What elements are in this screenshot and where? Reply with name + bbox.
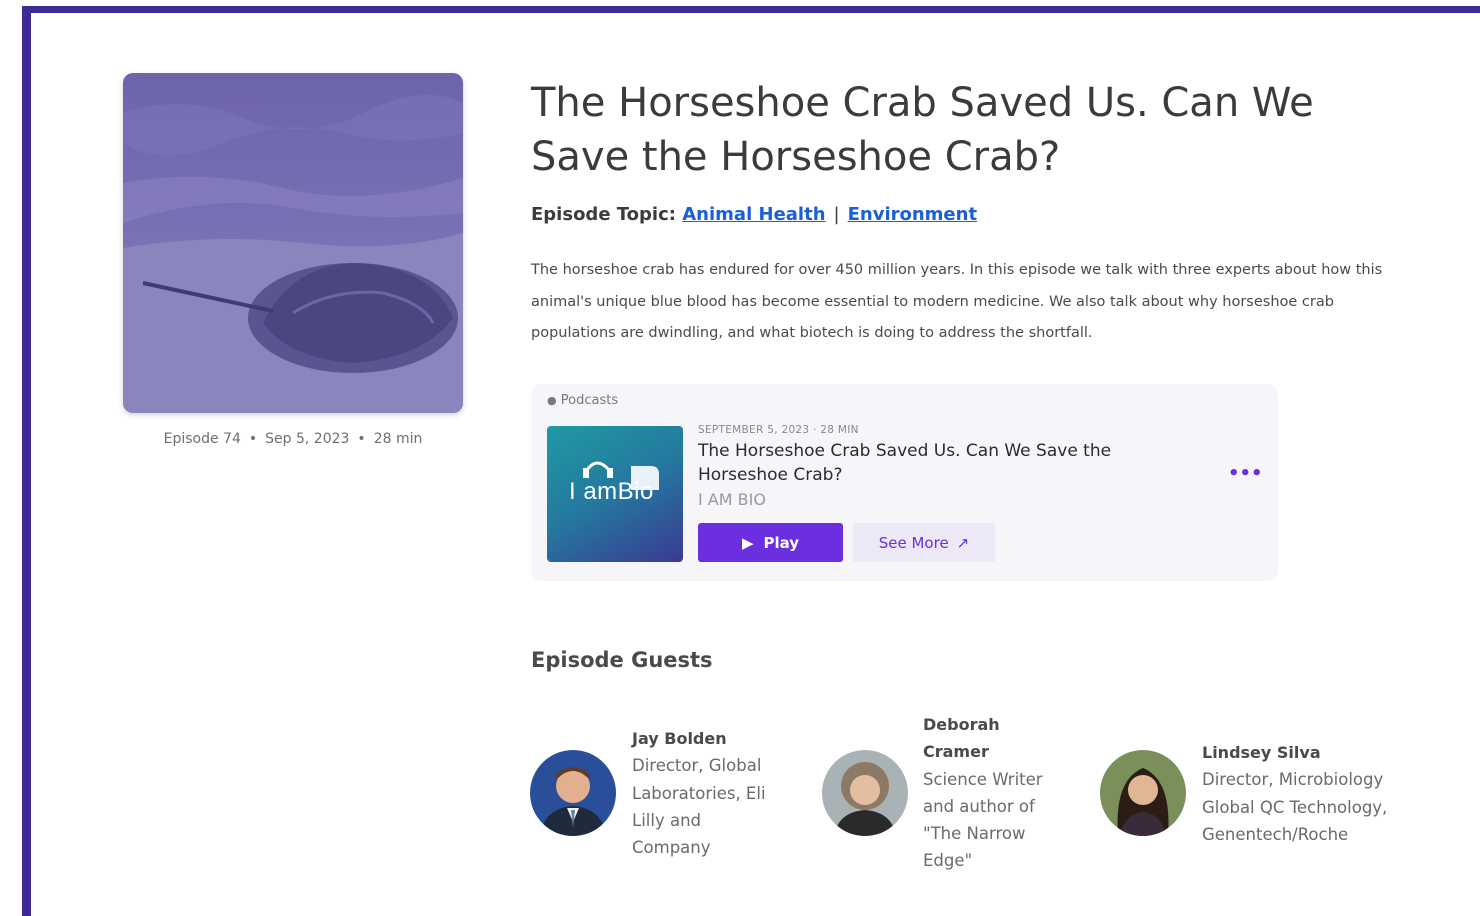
play-button[interactable]: ▶ Play [698,523,843,562]
guest-role-line: Science Writer [923,769,1043,789]
guest-role-line: Director, Microbiology [1202,770,1384,790]
topic-label: Episode Topic: [531,204,676,225]
guest-card-lindsey-silva: Lindsey Silva Director, Microbiology Glo… [1202,739,1432,848]
guest-name: Deborah [923,715,1000,734]
podcast-player: ● Podcasts I amBio SEPTEMBER 5, 2023 · 2… [531,384,1278,581]
frame-left-border [22,6,31,916]
player-show-name[interactable]: I AM BIO [698,490,766,509]
guest-avatar-lindsey-silva [1100,750,1186,836]
guest-card-jay-bolden: Jay Bolden Director, Global Laboratories… [632,725,792,861]
player-date-line: SEPTEMBER 5, 2023 · 28 MIN [698,424,859,436]
topic-link-animal-health[interactable]: Animal Health [682,204,825,225]
guest-role-line: "The Narrow [923,824,1026,844]
guest-role-line: Laboratories, Eli [632,783,766,803]
guests-heading: Episode Guests [531,648,713,672]
guest-name: Jay Bolden [632,729,727,748]
episode-meta: Episode 74 • Sep 5, 2023 • 28 min [123,431,463,447]
player-brand: ● Podcasts [547,393,618,408]
player-brand-label: Podcasts [560,393,619,408]
guest-role-line: Company [632,838,711,858]
meta-separator: • [248,431,258,447]
topic-separator: | [833,204,840,225]
see-more-label: See More [878,533,949,552]
external-arrow-icon: ↗ [956,533,970,552]
guest-role-line: Lilly and [632,810,701,830]
guest-name: Lindsey Silva [1202,743,1321,762]
guest-role-line: Edge" [923,851,973,871]
player-episode-title[interactable]: The Horseshoe Crab Saved Us. Can We Save… [698,439,1168,487]
guest-avatar-deborah-cramer [822,750,908,836]
episode-description: The horseshoe crab has endured for over … [531,262,1383,341]
play-icon: ▶ [741,533,754,552]
show-artwork-label: I amBio [569,478,654,505]
horseshoe-crab-photo [123,73,463,413]
episode-duration: 28 min [373,431,423,447]
show-artwork[interactable]: I amBio [547,426,683,562]
meta-separator: • [357,431,366,447]
guest-card-deborah-cramer: Deborah Cramer Science Writer and author… [923,711,1073,875]
guest-role-line: and author of [923,796,1035,816]
topic-link-environment[interactable]: Environment [848,204,977,225]
guest-role-line: Genentech/Roche [1202,824,1349,844]
episode-date: Sep 5, 2023 [265,431,350,447]
see-more-button[interactable]: See More ↗ [853,523,995,562]
guest-role-line: Director, Global [632,756,762,776]
episode-topic: Episode Topic: Animal Health | Environment [531,204,977,225]
page-title: The Horseshoe Crab Saved Us. Can We Save… [531,80,1314,180]
ellipsis-icon[interactable]: ••• [1228,462,1263,490]
frame-top-border [22,6,1480,13]
guest-role-line: Global QC Technology, [1202,797,1388,817]
episode-number: Episode 74 [163,431,241,447]
apple-icon: ● [547,394,557,407]
episode-cover-image [123,73,463,413]
guest-name: Cramer [923,742,989,762]
play-button-label: Play [763,533,800,552]
guest-avatar-jay-bolden [530,750,616,836]
